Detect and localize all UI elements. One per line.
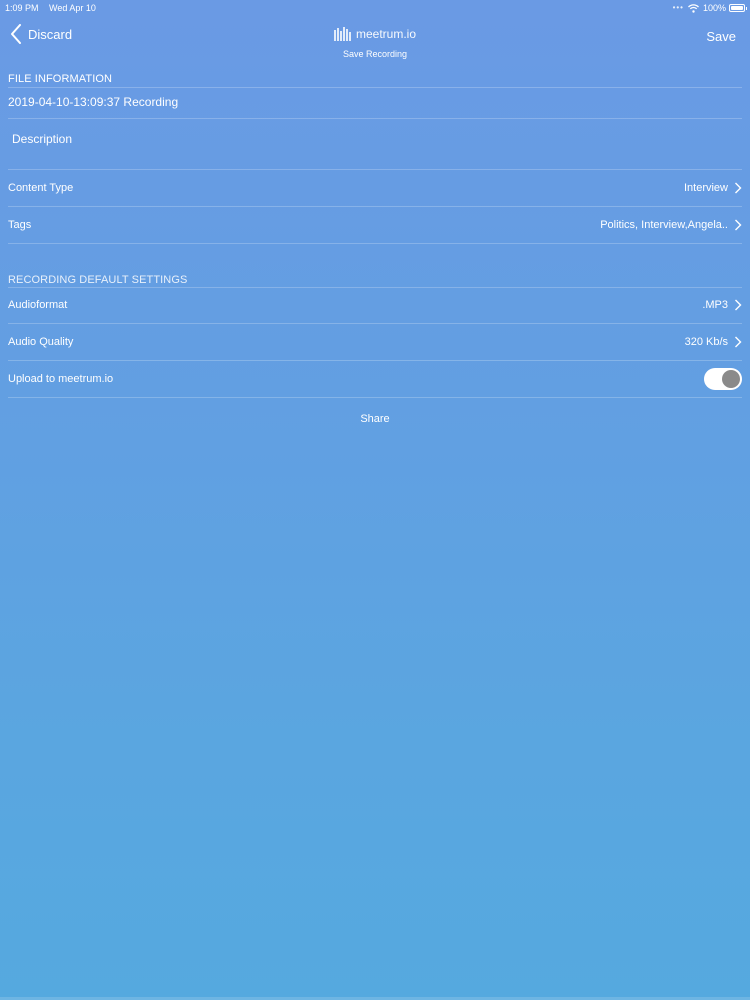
chevron-right-icon: [735, 299, 742, 311]
recording-name-field[interactable]: 2019-04-10-13:09:37 Recording: [8, 95, 178, 109]
row-value-wrap: Interview: [684, 182, 742, 194]
row-label: Audio Quality: [8, 336, 74, 348]
row-label: Upload to meetrum.io: [8, 373, 114, 385]
app-logo: meetrum.io: [333, 27, 417, 41]
save-button[interactable]: Save: [706, 29, 736, 44]
battery-percent: 100%: [702, 3, 726, 13]
description-field[interactable]: Description: [8, 118, 742, 170]
row-value-wrap: Politics, Interview,Angela..: [600, 219, 742, 231]
status-left: 1:09 PM Wed Apr 10: [5, 1, 104, 15]
chevron-right-icon: [735, 182, 742, 194]
waveform-logo-icon: [333, 27, 351, 41]
row-label: Audioformat: [8, 299, 68, 311]
row-value-wrap: 320 Kb/s: [685, 336, 742, 348]
status-bar: 1:09 PM Wed Apr 10 ••• 100%: [0, 0, 750, 16]
content-type-row[interactable]: Content Type Interview: [8, 170, 742, 207]
divider: [8, 87, 742, 88]
logo-text: meetrum.io: [355, 27, 417, 41]
status-right: ••• 100%: [672, 1, 747, 15]
row-value: .MP3: [702, 299, 728, 311]
toggle-knob: [722, 370, 740, 388]
description-placeholder: Description: [12, 132, 73, 146]
status-date: Wed Apr 10: [49, 3, 96, 13]
chevron-right-icon: [735, 336, 742, 348]
upload-toggle[interactable]: [704, 368, 742, 390]
row-value: 320 Kb/s: [684, 336, 728, 348]
row-label: Content Type: [8, 182, 74, 194]
status-time: 1:09 PM: [5, 3, 39, 13]
wifi-icon: [688, 3, 699, 13]
page-title: Save Recording: [342, 49, 408, 59]
chevron-right-icon: [735, 219, 742, 231]
row-value: Interview: [683, 182, 728, 194]
signal-dots-icon: •••: [672, 3, 684, 12]
share-button[interactable]: Share: [0, 413, 750, 425]
row-value-wrap: .MP3: [702, 299, 742, 311]
battery-icon: [729, 4, 747, 12]
tags-row[interactable]: Tags Politics, Interview,Angela..: [8, 207, 742, 244]
row-value: Politics, Interview,Angela..: [600, 219, 728, 231]
nav-title: meetrum.io Save Recording: [0, 27, 750, 59]
audioformat-row[interactable]: Audioformat .MP3: [8, 287, 742, 324]
row-label: Tags: [8, 219, 32, 231]
nav-bar: Discard meetrum.io Save Recording Save: [0, 18, 750, 64]
file-information-header: FILE INFORMATION: [8, 73, 113, 85]
upload-row: Upload to meetrum.io: [8, 361, 742, 398]
audio-quality-row[interactable]: Audio Quality 320 Kb/s: [8, 324, 742, 361]
battery-fill: [731, 6, 743, 10]
recording-settings-header: RECORDING DEFAULT SETTINGS: [8, 274, 188, 286]
